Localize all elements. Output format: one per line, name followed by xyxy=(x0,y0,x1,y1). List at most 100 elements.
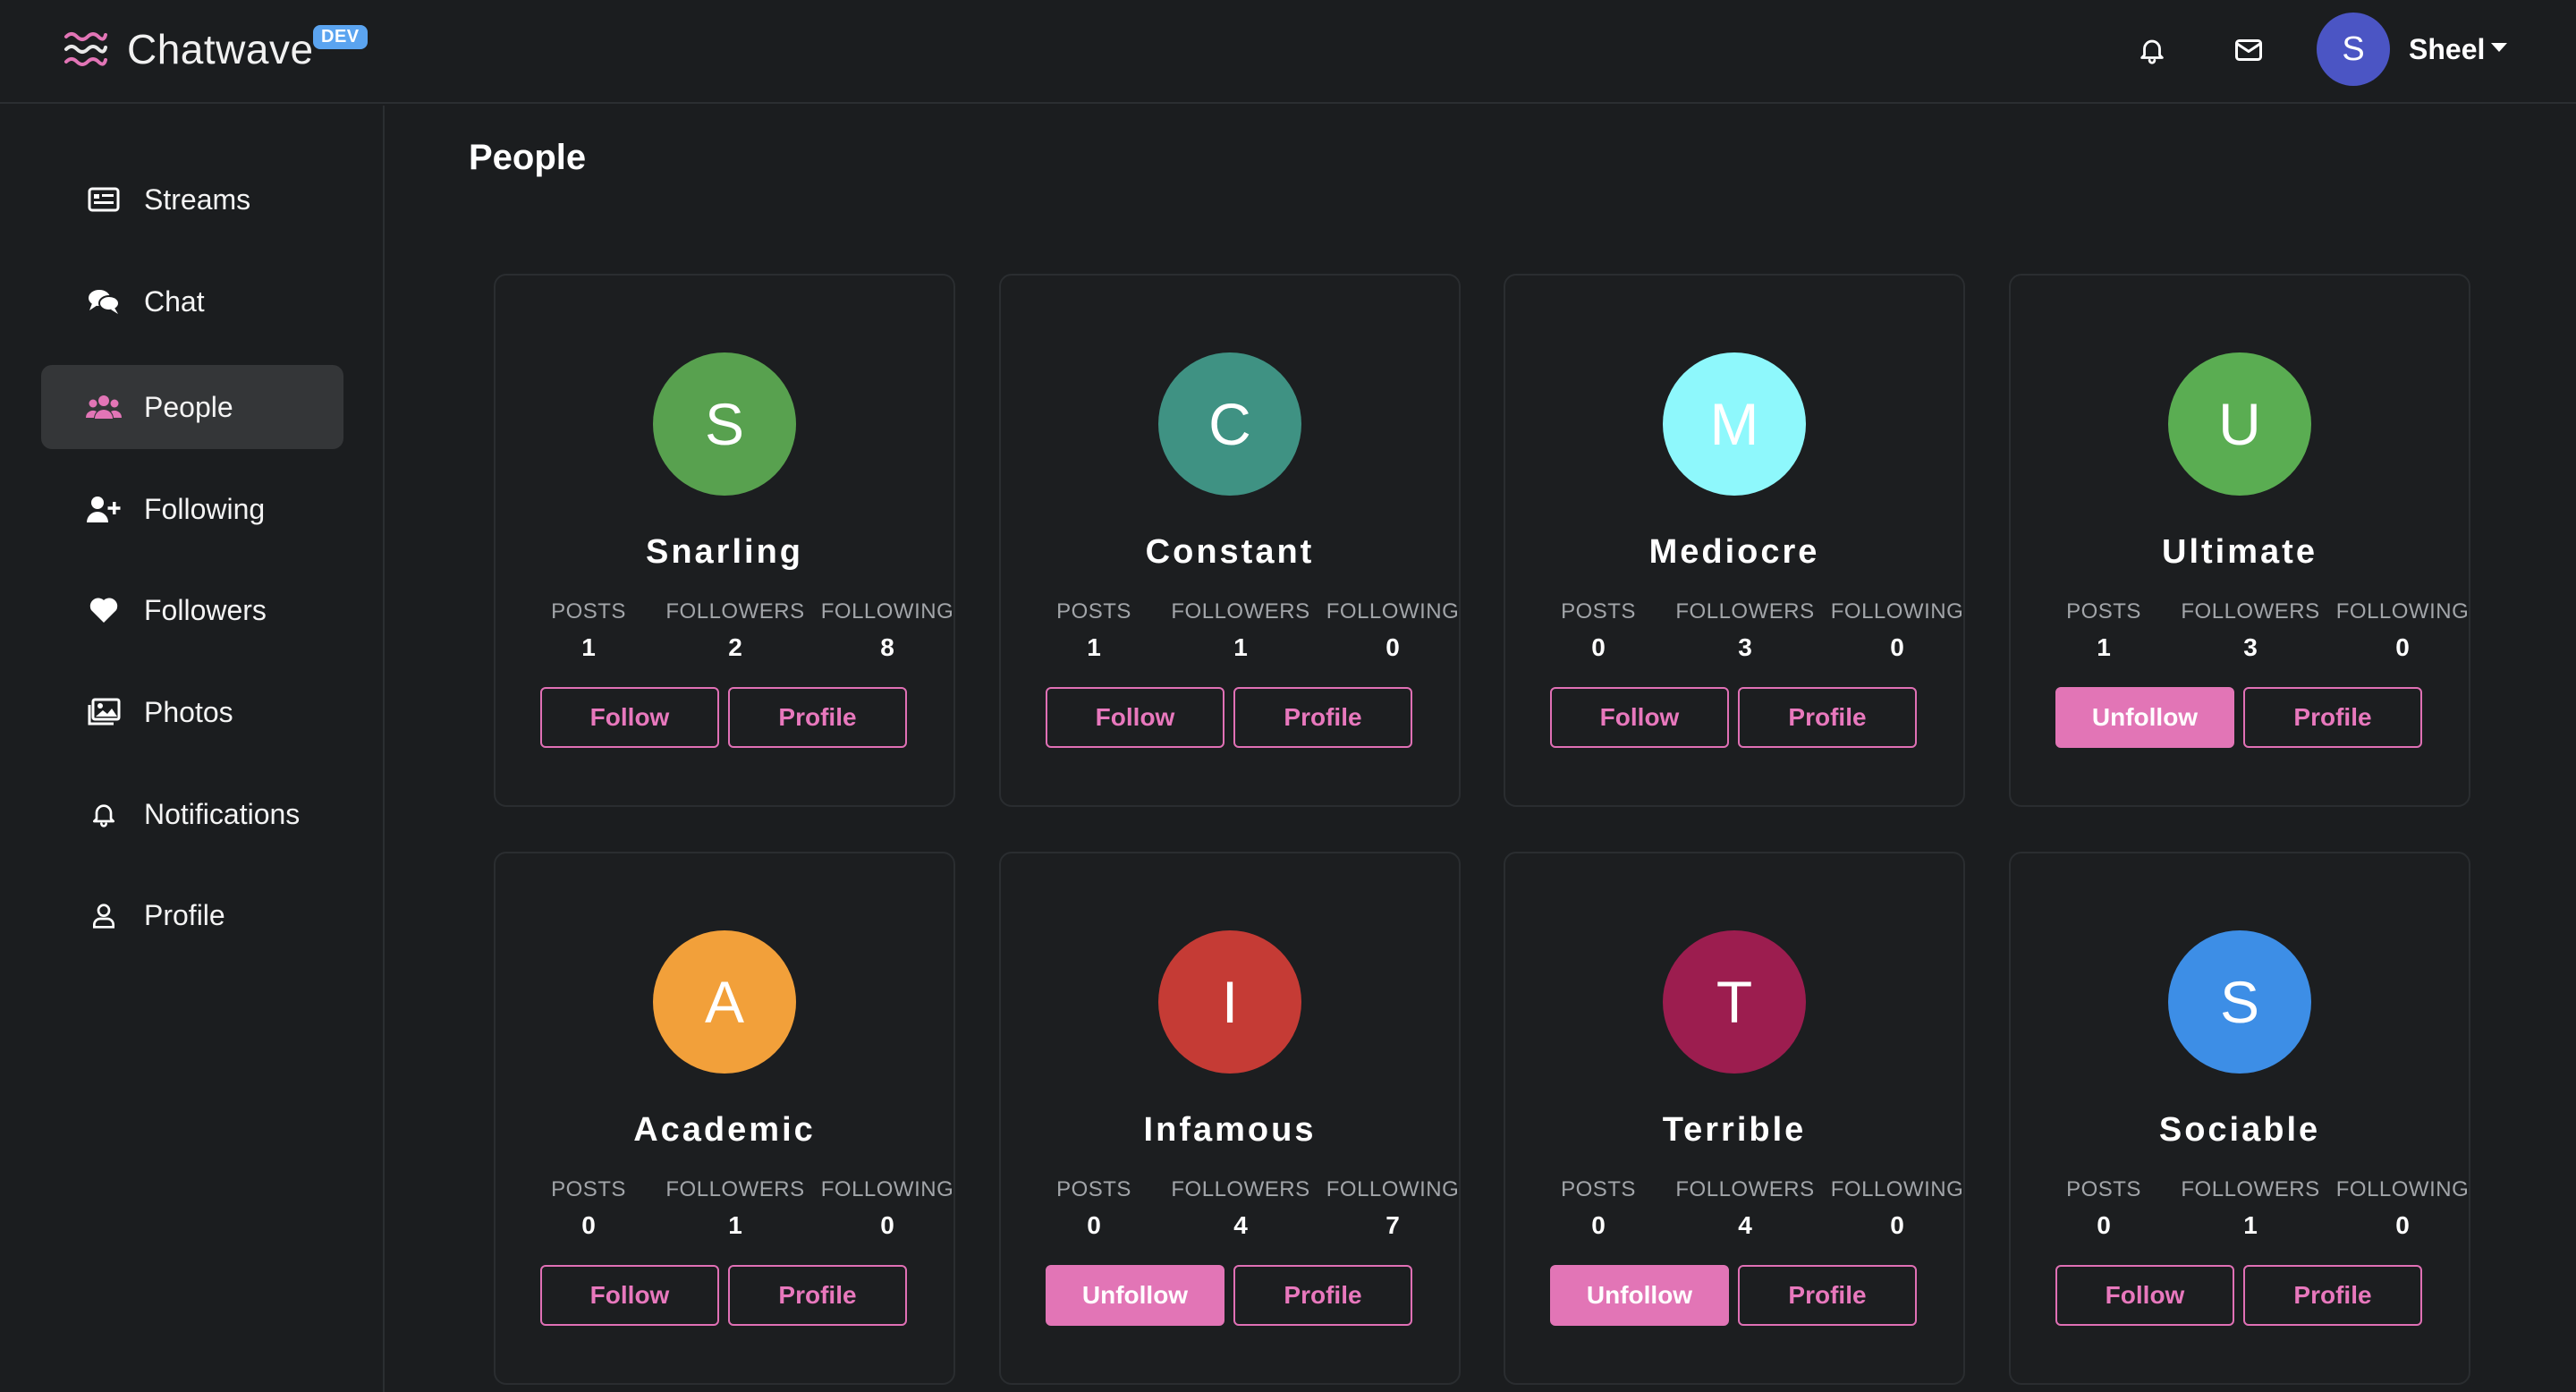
stat-posts: POSTS 0 xyxy=(2032,1177,2175,1240)
person-avatar-initial: S xyxy=(704,391,745,457)
mail-icon[interactable] xyxy=(2229,30,2268,70)
stat-posts: POSTS 1 xyxy=(517,599,660,662)
follow-button[interactable]: Follow xyxy=(1046,687,1224,748)
follow-button[interactable]: Follow xyxy=(2055,1265,2234,1326)
follow-button[interactable]: Follow xyxy=(540,687,719,748)
stat-posts: POSTS 0 xyxy=(1527,1177,1670,1240)
stat-value: 0 xyxy=(1591,633,1606,661)
stat-label: POSTS xyxy=(551,1177,626,1201)
stat-value: 7 xyxy=(1385,1211,1400,1239)
person-avatar-initial: I xyxy=(1221,969,1239,1035)
unfollow-button[interactable]: Unfollow xyxy=(1046,1265,1224,1326)
stat-following: FOLLOWING 0 xyxy=(816,1177,959,1240)
stat-followers: FOLLOWERS 1 xyxy=(1169,599,1312,662)
stat-label: FOLLOWERS xyxy=(665,1177,805,1201)
stat-following: FOLLOWING 0 xyxy=(2331,599,2474,662)
person-avatar[interactable]: M xyxy=(1663,352,1806,496)
stat-label: FOLLOWING xyxy=(1326,1177,1460,1201)
newspaper-icon xyxy=(86,182,122,217)
person-avatar-initial: S xyxy=(2219,969,2260,1035)
profile-button[interactable]: Profile xyxy=(1233,687,1412,748)
stat-posts: POSTS 0 xyxy=(1022,1177,1165,1240)
sidebar-item-photos[interactable]: Photos xyxy=(41,670,343,754)
page-title: People xyxy=(469,138,587,177)
stat-posts: POSTS 0 xyxy=(517,1177,660,1240)
stat-value: 3 xyxy=(1738,633,1752,661)
person-card: I Infamous POSTS 0 FOLLOWERS 4 FOLLOWING 7 Unfol… xyxy=(999,852,1461,1385)
stat-value: 1 xyxy=(728,1211,742,1239)
person-avatar[interactable]: I xyxy=(1158,930,1301,1074)
person-name: Snarling xyxy=(645,533,804,571)
caret-down-icon[interactable] xyxy=(2491,43,2507,52)
user-name[interactable]: Sheel xyxy=(2409,33,2485,66)
person-name: Infamous xyxy=(1143,1111,1317,1149)
profile-button[interactable]: Profile xyxy=(1738,1265,1917,1326)
stat-label: FOLLOWING xyxy=(820,1177,954,1201)
sidebar-item-chat[interactable]: Chat xyxy=(41,259,343,344)
stat-followers: FOLLOWERS 3 xyxy=(1674,599,1817,662)
stat-label: FOLLOWING xyxy=(1830,599,1964,624)
stat-label: POSTS xyxy=(2066,599,2141,624)
sidebar-item-label: Following xyxy=(144,492,266,525)
stat-label: FOLLOWERS xyxy=(1675,1177,1815,1201)
stat-label: FOLLOWING xyxy=(820,599,954,624)
stat-value: 1 xyxy=(1233,633,1248,661)
profile-button[interactable]: Profile xyxy=(2243,1265,2422,1326)
person-avatar[interactable]: S xyxy=(653,352,796,496)
images-icon xyxy=(86,694,122,730)
sidebar-item-streams[interactable]: Streams xyxy=(41,157,343,242)
stat-label: POSTS xyxy=(551,599,626,624)
profile-button[interactable]: Profile xyxy=(728,1265,907,1326)
unfollow-button[interactable]: Unfollow xyxy=(1550,1265,1729,1326)
top-bar: Chatwave DEV S Sheel xyxy=(0,0,2576,104)
person-name: Constant xyxy=(1145,533,1315,571)
sidebar: Streams Chat People Following Followers … xyxy=(0,106,385,1392)
brand[interactable]: Chatwave DEV xyxy=(63,25,368,73)
profile-button[interactable]: Profile xyxy=(728,687,907,748)
stat-label: FOLLOWING xyxy=(1830,1177,1964,1201)
sidebar-item-notifications[interactable]: Notifications xyxy=(41,772,343,856)
follow-button[interactable]: Follow xyxy=(540,1265,719,1326)
stat-value: 8 xyxy=(880,633,894,661)
sidebar-item-people[interactable]: People xyxy=(41,365,343,449)
stat-label: POSTS xyxy=(1561,1177,1636,1201)
stat-followers: FOLLOWERS 3 xyxy=(2179,599,2322,662)
stat-posts: POSTS 0 xyxy=(1527,599,1670,662)
person-avatar[interactable]: U xyxy=(2168,352,2311,496)
sidebar-item-following[interactable]: Following xyxy=(41,467,343,551)
person-avatar[interactable]: A xyxy=(653,930,796,1074)
user-icon xyxy=(86,897,122,933)
stat-label: FOLLOWERS xyxy=(1675,599,1815,624)
stat-value: 1 xyxy=(2097,633,2111,661)
bell-icon[interactable] xyxy=(2132,30,2172,70)
person-avatar[interactable]: T xyxy=(1663,930,1806,1074)
stat-following: FOLLOWING 7 xyxy=(1321,1177,1464,1240)
profile-button[interactable]: Profile xyxy=(2243,687,2422,748)
stat-label: FOLLOWERS xyxy=(1171,599,1310,624)
stat-followers: FOLLOWERS 4 xyxy=(1169,1177,1312,1240)
stat-value: 0 xyxy=(1087,1211,1101,1239)
unfollow-button[interactable]: Unfollow xyxy=(2055,687,2234,748)
follow-button[interactable]: Follow xyxy=(1550,687,1729,748)
sidebar-item-followers[interactable]: Followers xyxy=(41,568,343,652)
stat-value: 1 xyxy=(1087,633,1101,661)
sidebar-item-profile[interactable]: Profile xyxy=(41,873,343,957)
profile-button[interactable]: Profile xyxy=(1233,1265,1412,1326)
stat-label: FOLLOWERS xyxy=(1171,1177,1310,1201)
person-avatar-initial: A xyxy=(704,969,745,1035)
person-card: U Ultimate POSTS 1 FOLLOWERS 3 FOLLOWING 0 Unfol… xyxy=(2009,274,2470,807)
user-avatar[interactable]: S xyxy=(2317,13,2390,86)
person-avatar[interactable]: C xyxy=(1158,352,1301,496)
person-avatar[interactable]: S xyxy=(2168,930,2311,1074)
person-name: Sociable xyxy=(2158,1111,2321,1149)
stat-label: FOLLOWING xyxy=(2335,599,2470,624)
profile-button[interactable]: Profile xyxy=(1738,687,1917,748)
person-card: T Terrible POSTS 0 FOLLOWERS 4 FOLLOWING 0 Unfol… xyxy=(1504,852,1965,1385)
person-name: Mediocre xyxy=(1648,533,1820,571)
stat-label: FOLLOWING xyxy=(2335,1177,2470,1201)
sidebar-item-label: Streams xyxy=(144,182,251,216)
stat-following: FOLLOWING 0 xyxy=(1826,1177,1969,1240)
stat-value: 4 xyxy=(1738,1211,1752,1239)
stat-posts: POSTS 1 xyxy=(1022,599,1165,662)
stat-value: 0 xyxy=(2097,1211,2111,1239)
